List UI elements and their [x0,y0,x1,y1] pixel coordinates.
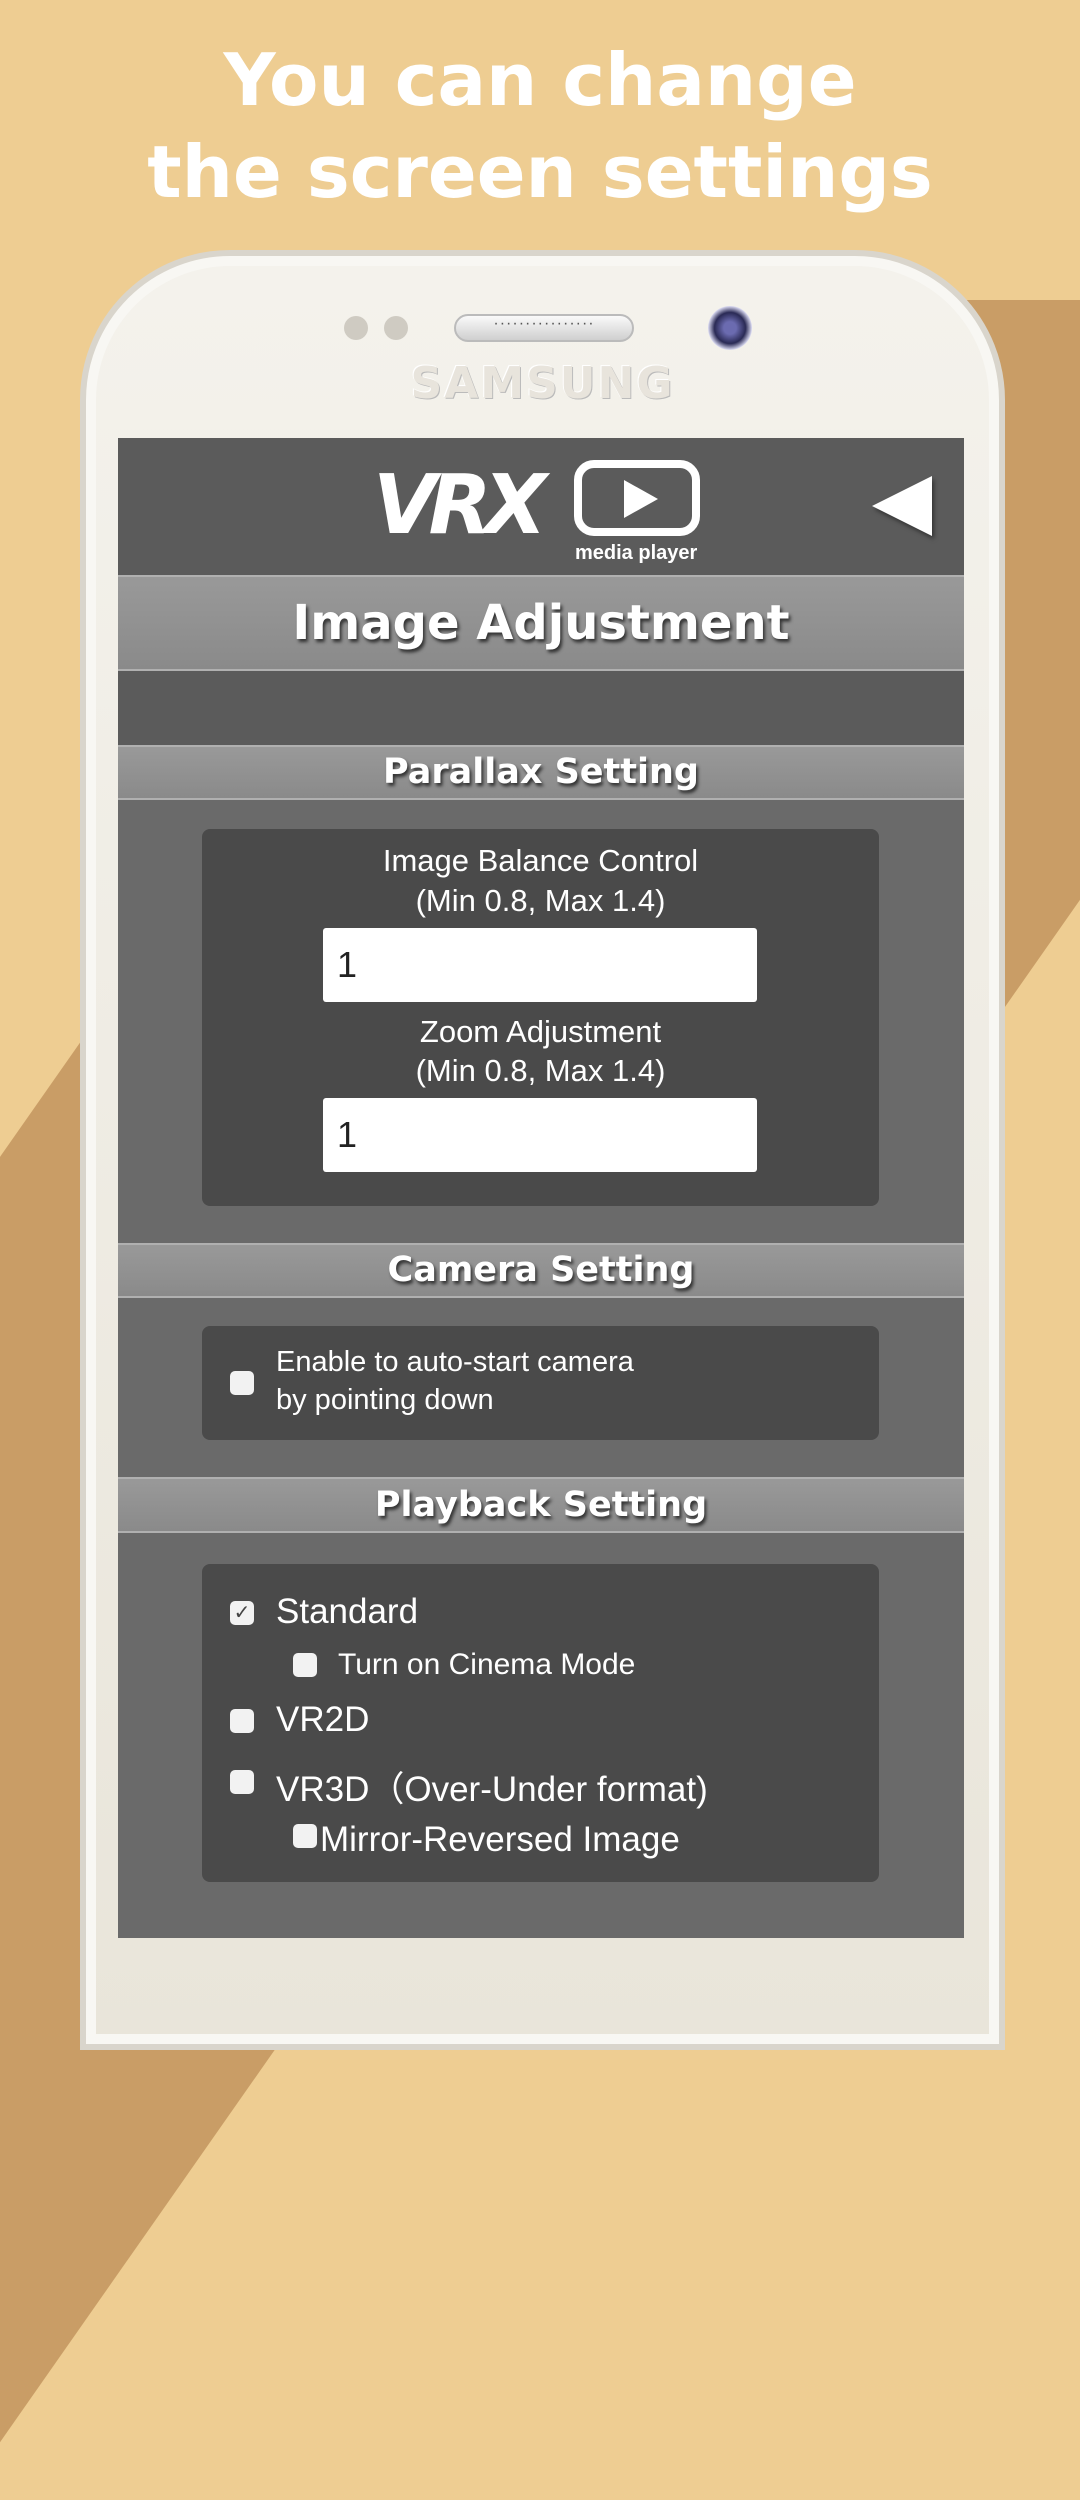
play-icon [574,460,700,536]
zoom-input[interactable] [323,1098,757,1172]
balance-input[interactable] [323,928,757,1002]
page-title: Image Adjustment [118,575,964,671]
cinema-mode-checkbox[interactable] [293,1653,317,1677]
cinema-mode-label: Turn on Cinema Mode [338,1648,636,1681]
mirror-checkbox[interactable] [293,1824,317,1848]
vrx-logo: VRX [373,458,547,553]
auto-start-checkbox[interactable] [230,1371,254,1395]
app-screen: VRX media player Image Adjustment Parall… [118,438,964,1938]
headline-line1: You can change [223,38,857,122]
vr2d-label: VR2D [276,1700,370,1739]
standard-label: Standard [276,1592,419,1631]
section-parallax-title: Parallax Setting [118,745,964,800]
section-playback-title: Playback Setting [118,1477,964,1533]
auto-start-label-line1: Enable to auto-start camera [276,1346,634,1378]
logo-subtitle: media player [575,542,698,564]
spacer [118,671,964,745]
section-camera-title: Camera Setting [118,1243,964,1298]
balance-label: Image Balance Control [382,843,699,878]
camera-panel: Enable to auto-start camera by pointing … [202,1326,879,1440]
speaker-grille: ················ [454,314,634,342]
device-brand: SAMSUNG [410,358,675,409]
back-arrow-icon[interactable] [872,476,932,536]
parallax-panel: Image Balance Control (Min 0.8, Max 1.4)… [202,829,879,1206]
app-header: VRX media player [118,438,964,575]
sensor-icon [384,316,408,340]
headline-line2: the screen settings [147,130,933,214]
vr3d-label: VR3D（Over-Under format) [276,1770,708,1809]
front-camera-icon [708,306,752,350]
mirror-label: Mirror-Reversed Image [320,1820,680,1859]
standard-checkbox[interactable]: ✓ [230,1601,254,1625]
vr3d-checkbox[interactable] [230,1770,254,1794]
vr2d-checkbox[interactable] [230,1709,254,1733]
zoom-range: (Min 0.8, Max 1.4) [415,1053,666,1088]
auto-start-label-line2: by pointing down [276,1384,494,1416]
zoom-label: Zoom Adjustment [419,1014,662,1049]
playback-panel: ✓ Standard Turn on Cinema Mode VR2D VR3D… [202,1564,879,1882]
balance-range: (Min 0.8, Max 1.4) [415,883,666,918]
sensor-icon [344,316,368,340]
